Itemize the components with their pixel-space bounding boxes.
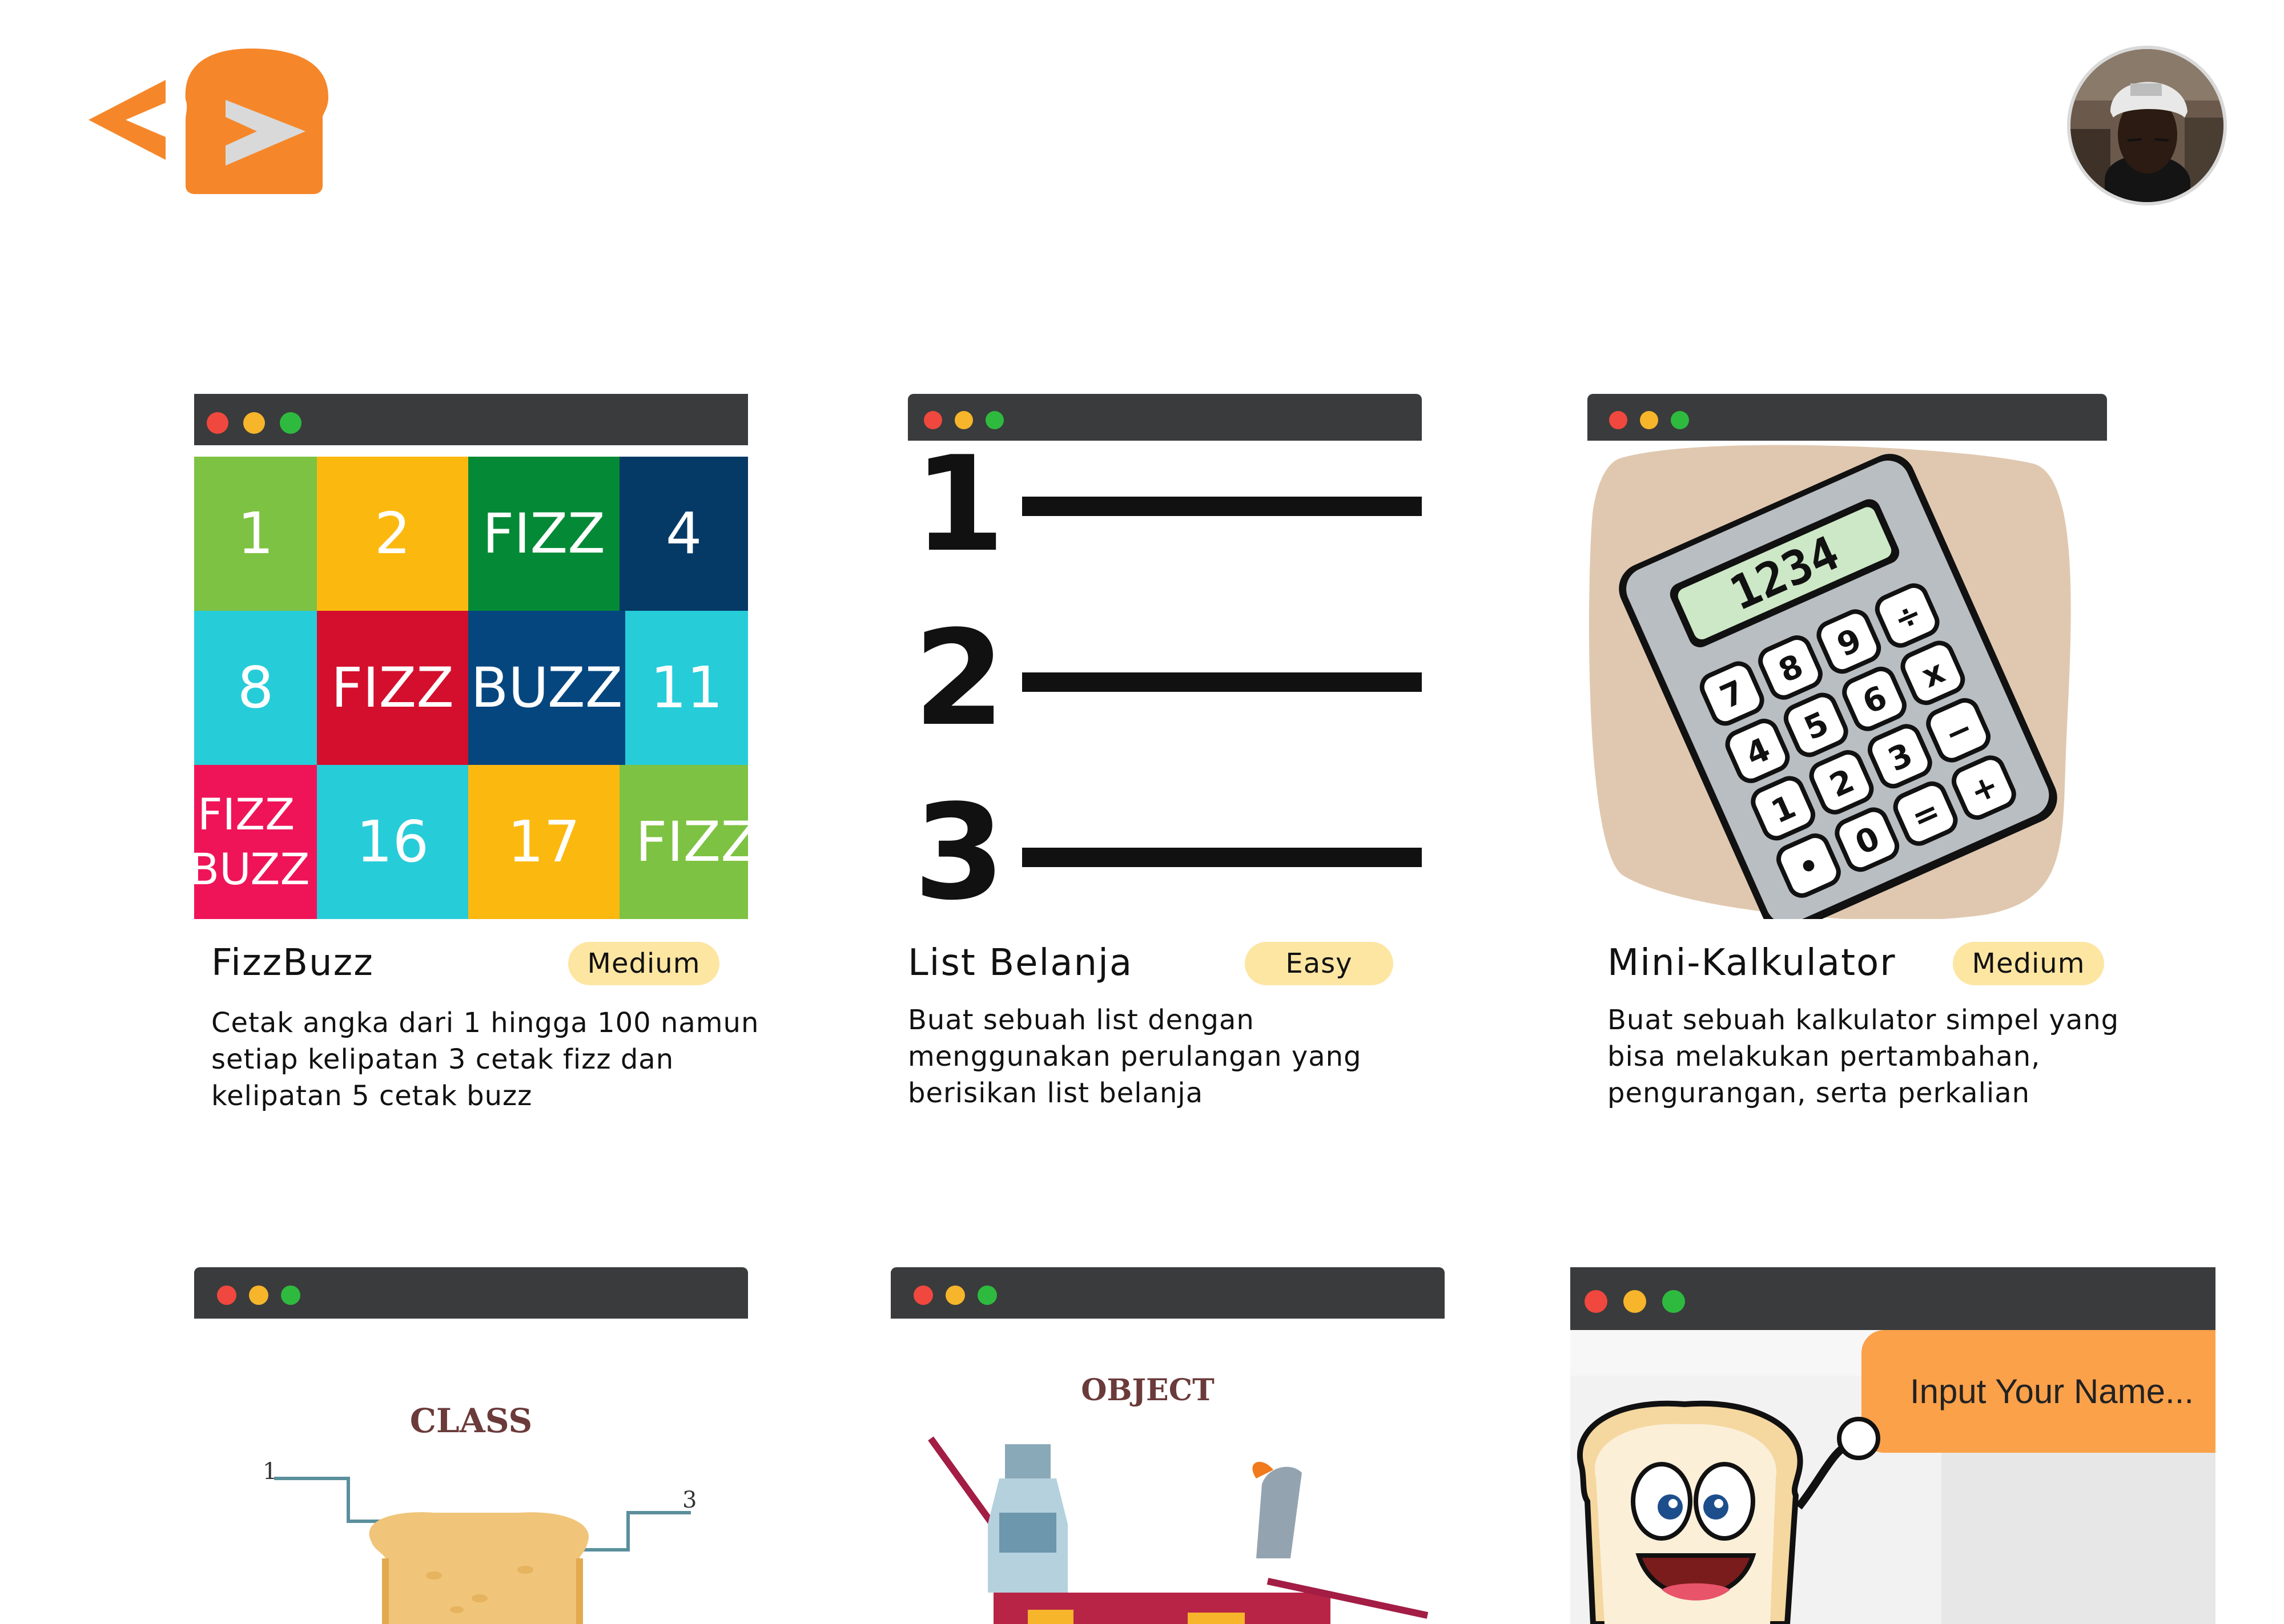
fizzbuzz-thumbnail: 1 2 FIZZ 4 8 FIZZ BUZZ 11 FIZZ BUZZ 16 1… — [194, 394, 748, 919]
close-dot-icon — [924, 411, 942, 429]
code-bread-logo-icon — [89, 49, 328, 194]
description-line: menggunakan perulangan yang — [908, 1041, 1362, 1073]
card-description: Cetak angka dari 1 hingga 100 namun seti… — [211, 1005, 771, 1114]
difficulty-badge: Medium — [1953, 942, 2104, 985]
avatar-photo-icon — [2070, 49, 2223, 202]
grid-cell: 1 — [194, 457, 317, 611]
difficulty-badge: Medium — [568, 942, 719, 985]
input-name-thumbnail: Input Your Name... — [1570, 1267, 2215, 1624]
description-line: Buat sebuah list dengan — [908, 1004, 1254, 1036]
bread-diagram-icon — [274, 1477, 691, 1624]
grid-cell: 4 — [620, 457, 748, 611]
minimize-dot-icon — [243, 412, 265, 434]
description-line: berisikan list belanja — [908, 1077, 1204, 1109]
grid-cell: 11 — [625, 611, 748, 765]
project-card-object[interactable]: OBJECT — [891, 1267, 1445, 1624]
project-card-input-name[interactable]: Input Your Name... — [1570, 1267, 2215, 1624]
minimize-dot-icon — [1640, 411, 1658, 429]
grid-cell: 8 — [194, 611, 317, 765]
bread-mascot-icon — [1577, 1400, 1880, 1624]
list-line — [1022, 497, 1422, 516]
minimize-dot-icon — [946, 1286, 965, 1305]
fizzbuzz-grid: 1 2 FIZZ 4 8 FIZZ BUZZ 11 FIZZ BUZZ 16 1… — [194, 457, 748, 919]
card-description: Buat sebuah kalkulator simpel yang bisa … — [1607, 1002, 2170, 1111]
grid-cell-line: FIZZ — [198, 789, 295, 840]
description-line: pengurangan, serta perkalian — [1607, 1077, 2030, 1109]
description-line: Buat sebuah kalkulator simpel yang — [1607, 1004, 2120, 1036]
maximize-dot-icon — [986, 411, 1004, 429]
grid-cell: FIZZ — [468, 457, 620, 611]
close-dot-icon — [1585, 1290, 1607, 1313]
description-line: setiap kelipatan 3 cetak fizz dan — [211, 1043, 674, 1075]
grid-cell-line: BUZZ — [194, 844, 310, 894]
minimize-dot-icon — [249, 1286, 268, 1305]
minimize-dot-icon — [955, 411, 973, 429]
logo[interactable] — [86, 46, 331, 194]
class-heading: CLASS — [409, 1401, 533, 1440]
card-description: Buat sebuah list dengan menggunakan peru… — [908, 1002, 1479, 1111]
project-card-fizzbuzz[interactable]: 1 2 FIZZ 4 8 FIZZ BUZZ 11 FIZZ BUZZ 16 1… — [194, 394, 771, 1136]
close-dot-icon — [217, 1286, 236, 1305]
close-dot-icon — [1609, 411, 1627, 429]
close-dot-icon — [914, 1286, 933, 1305]
grid-cell: 2 — [317, 457, 468, 611]
description-line: kelipatan 5 cetak buzz — [211, 1080, 533, 1112]
card-title[interactable]: FizzBuzz — [211, 942, 374, 984]
list-line — [1022, 848, 1422, 867]
card-title[interactable]: Mini-Kalkulator — [1607, 942, 1896, 984]
shopping-basket-icon — [928, 1436, 1429, 1624]
difficulty-badge: Easy — [1245, 942, 1393, 985]
window-bar — [1570, 1267, 2215, 1330]
project-card-list-belanja[interactable]: 1 2 3 List Belanja Easy Buat sebuah list… — [908, 394, 1485, 1136]
grid-cell: FIZZ BUZZ — [194, 765, 317, 919]
object-heading: OBJECT — [1081, 1373, 1215, 1408]
project-card-class[interactable]: CLASS 1 3 — [194, 1267, 748, 1624]
calculator-icon: 1234 789÷456x123−•0=+ — [1589, 445, 2071, 919]
close-dot-icon — [207, 412, 228, 434]
user-avatar[interactable] — [2067, 46, 2227, 205]
kalkulator-thumbnail: 1234 7 8 9 ÷ 4 5 6 x 1 2 3− • 0 = + — [1587, 394, 2107, 919]
window-bar — [194, 1267, 748, 1319]
maximize-dot-icon — [1662, 1290, 1685, 1313]
card-title[interactable]: List Belanja — [908, 942, 1133, 984]
maximize-dot-icon — [280, 412, 301, 434]
minimize-dot-icon — [1623, 1290, 1646, 1313]
grid-cell: FIZZ — [317, 611, 468, 765]
description-line: bisa melakukan pertambahan, — [1607, 1041, 2041, 1073]
object-thumbnail: OBJECT — [891, 1267, 1445, 1624]
grid-cell: 17 — [468, 765, 620, 919]
grid-cell: BUZZ — [468, 611, 625, 765]
list-number: 3 — [914, 777, 1006, 914]
list-number: 1 — [914, 429, 1006, 581]
maximize-dot-icon — [1671, 411, 1689, 429]
maximize-dot-icon — [281, 1286, 300, 1305]
window-bar — [891, 1267, 1445, 1319]
content-panel — [1941, 1453, 2215, 1624]
list-line — [1022, 672, 1422, 692]
project-card-mini-kalkulator[interactable]: 1234 7 8 9 ÷ 4 5 6 x 1 2 3− • 0 = + Mini-Kalkulator Me… — [1587, 394, 2170, 1136]
grid-cell: FIZZ — [620, 765, 748, 919]
list-number: 2 — [914, 603, 1006, 755]
grid-cell: 16 — [317, 765, 468, 919]
description-line: Cetak angka dari 1 hingga 100 namun — [211, 1007, 759, 1039]
window-bar — [1587, 394, 2107, 441]
class-thumbnail: CLASS 1 3 — [194, 1267, 748, 1624]
window-bar — [194, 394, 748, 445]
maximize-dot-icon — [978, 1286, 997, 1305]
list-belanja-thumbnail: 1 2 3 — [908, 394, 1422, 913]
